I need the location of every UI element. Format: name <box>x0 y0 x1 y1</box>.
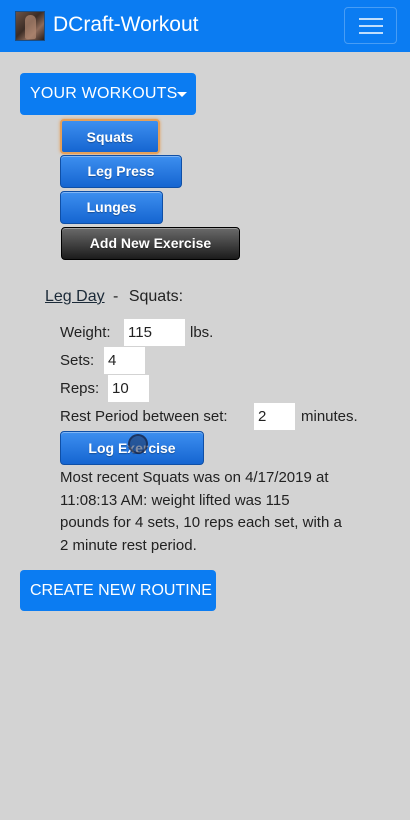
rest-period-input[interactable] <box>254 403 295 430</box>
sets-label: Sets: <box>60 352 95 369</box>
routine-separator: - <box>113 288 119 305</box>
your-workouts-dropdown-button[interactable]: YOUR WORKOUTS <box>20 73 196 115</box>
hamburger-menu-icon <box>359 18 383 20</box>
reps-input[interactable] <box>108 375 149 402</box>
recent-summary-line: pounds for 4 sets, 10 reps each set, wit… <box>60 514 342 532</box>
your-workouts-label: YOUR WORKOUTS <box>30 85 178 102</box>
hamburger-menu-icon-bar <box>359 25 383 27</box>
exercise-button-lunges[interactable]: Lunges <box>60 191 163 224</box>
recent-summary-line: 11:08:13 AM: weight lifted was 115 <box>60 491 290 509</box>
weight-input[interactable] <box>124 319 185 346</box>
reps-label: Reps: <box>60 380 100 397</box>
hamburger-menu-button[interactable] <box>344 7 397 44</box>
rest-period-label: Rest Period between set: <box>60 408 228 425</box>
current-exercise-label: Squats: <box>128 288 184 305</box>
exercise-button-leg-press[interactable]: Leg Press <box>60 155 182 188</box>
brand-logo-icon[interactable] <box>15 11 45 41</box>
weight-unit: lbs. <box>190 324 214 341</box>
rest-period-unit: minutes. <box>301 408 358 425</box>
weight-label: Weight: <box>60 324 111 341</box>
exercise-button-squats[interactable]: Squats <box>60 119 160 154</box>
brand-title[interactable]: DCraft-Workout <box>53 12 198 38</box>
routine-heading: Leg Day - Squats: <box>45 288 183 306</box>
recent-summary-line: Most recent Squats was on 4/17/2019 at <box>60 469 329 486</box>
navbar: DCraft-Workout <box>0 0 410 52</box>
add-new-exercise-button[interactable]: Add New Exercise <box>61 227 240 260</box>
recent-exercise-summary: Most recent Squats was on 4/17/2019 at 1… <box>60 467 395 558</box>
hamburger-menu-icon-bar <box>359 32 383 34</box>
recent-summary-line: 2 minute rest period. <box>60 537 197 555</box>
routine-name-link[interactable]: Leg Day <box>45 288 105 305</box>
create-new-routine-button[interactable]: CREATE NEW ROUTINE <box>20 570 216 611</box>
log-exercise-button[interactable]: Log Exercise <box>60 431 204 465</box>
create-new-routine-label: CREATE NEW ROUTINE <box>30 582 212 599</box>
sets-input[interactable] <box>104 347 145 374</box>
caret-down-icon <box>177 92 187 97</box>
